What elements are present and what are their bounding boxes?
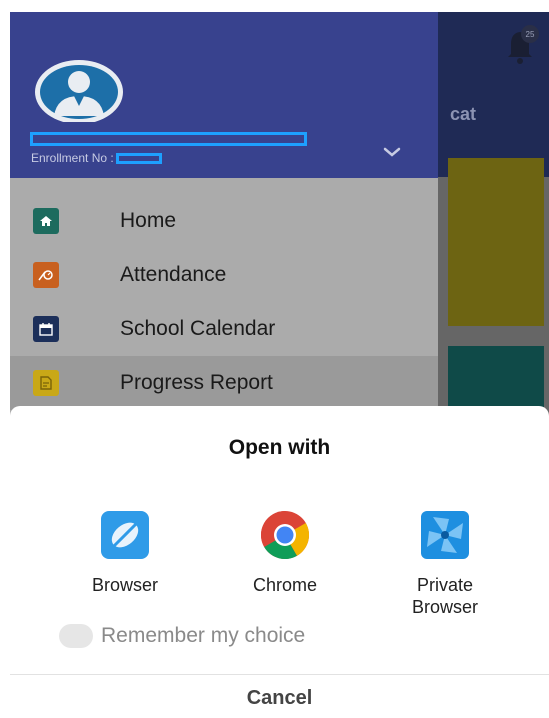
- avatar[interactable]: [34, 54, 124, 122]
- notification-count: 25: [526, 30, 535, 39]
- remember-choice-label: Remember my choice: [101, 624, 306, 647]
- private-browser-icon: [421, 511, 469, 559]
- app-label: Browser: [91, 575, 158, 595]
- enrollment-label: Enrollment No :: [31, 151, 114, 165]
- chrome-icon: [260, 511, 310, 560]
- divider: [10, 674, 549, 675]
- background-tab-label: cat: [450, 104, 477, 124]
- browser-icon: [101, 511, 149, 559]
- drawer-item-label: School Calendar: [120, 317, 276, 340]
- calendar-icon: [33, 316, 59, 342]
- drawer-item-school-calendar[interactable]: School Calendar: [10, 302, 438, 356]
- background-card: [448, 158, 544, 326]
- home-icon: [33, 208, 59, 234]
- app-label: Private Browser: [411, 575, 478, 617]
- report-icon: [33, 370, 59, 396]
- app-label: Chrome: [252, 575, 318, 595]
- app-option-browser[interactable]: Browser: [60, 505, 190, 596]
- notification-bell-icon: 25: [508, 25, 539, 64]
- open-with-sheet: Open with Browser Chrome Private Browser…: [10, 406, 549, 718]
- app-option-private-browser[interactable]: Private Browser: [380, 505, 510, 618]
- remember-choice[interactable]: Remember my choice: [59, 624, 305, 648]
- enrollment-value-redacted: [115, 152, 162, 164]
- screen: cat 25 Enrollment No : Home Attendance S…: [10, 12, 549, 718]
- chevron-down-icon[interactable]: [380, 142, 404, 162]
- student-name-redacted: [30, 132, 307, 146]
- app-option-chrome[interactable]: Chrome: [220, 505, 350, 596]
- drawer-item-attendance[interactable]: Attendance: [10, 248, 438, 302]
- cancel-button[interactable]: Cancel: [10, 687, 549, 710]
- drawer-item-progress-report[interactable]: Progress Report: [10, 356, 438, 410]
- attendance-icon: [33, 262, 59, 288]
- enrollment-number: Enrollment No :: [31, 151, 162, 165]
- remember-choice-radio[interactable]: [59, 624, 93, 648]
- drawer-item-label: Progress Report: [120, 371, 273, 394]
- drawer-item-label: Attendance: [120, 263, 227, 286]
- drawer-header: Enrollment No :: [10, 12, 438, 178]
- drawer-item-label: Home: [120, 209, 177, 232]
- sheet-title: Open with: [228, 436, 331, 459]
- drawer-item-home[interactable]: Home: [10, 194, 438, 248]
